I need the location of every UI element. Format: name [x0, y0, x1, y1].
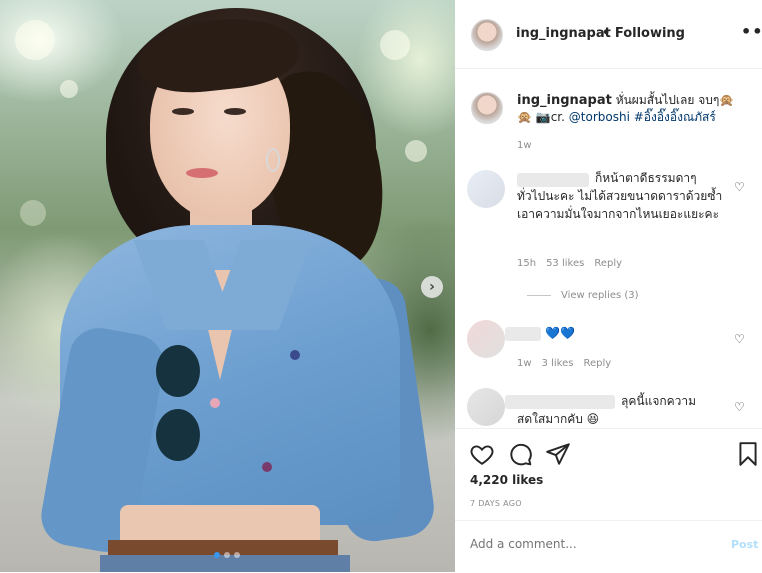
likes-count[interactable]: 4,220 likes: [470, 473, 543, 487]
share-paper-plane-icon[interactable]: [545, 441, 571, 467]
heart-outline-icon[interactable]: ♡: [734, 400, 745, 414]
bookmark-icon[interactable]: [735, 441, 761, 467]
following-button[interactable]: • Following: [602, 26, 685, 41]
heart-outline-icon[interactable]: ♡: [734, 332, 745, 346]
comment-time[interactable]: 1w: [517, 358, 532, 369]
hashtag-link[interactable]: #อิ๊งอิ๊งอิ๊งณภัสร์: [630, 110, 716, 124]
avatar[interactable]: [471, 19, 503, 51]
carousel-indicator: [214, 552, 240, 558]
add-comment-bar: Post: [455, 520, 762, 573]
caption-time[interactable]: 1w: [517, 140, 532, 151]
header-username[interactable]: ing_ingnapat: [516, 26, 611, 41]
more-options-icon[interactable]: •••: [741, 22, 762, 41]
post-date[interactable]: 7 DAYS AGO: [470, 499, 522, 508]
comment-text: 💙💙: [545, 326, 575, 340]
carousel-next-button[interactable]: ›: [421, 276, 443, 298]
post-photo[interactable]: ›: [0, 0, 455, 572]
comment-text: ก็หน้าตาดีธรรมดาๆ ทั่วไปนะคะ ไม่ได้สวยขน…: [517, 171, 723, 221]
comment-avatar[interactable]: [467, 320, 505, 358]
comment-avatar[interactable]: [467, 388, 505, 426]
post-comment-button[interactable]: Post: [731, 538, 758, 551]
comment-likes[interactable]: 3 likes: [542, 358, 574, 369]
reply-button[interactable]: Reply: [583, 358, 611, 369]
caption-text: ing_ingnapat หั่นผมสั้นไปเลย จบๆ🙊🙊 📷cr. …: [517, 92, 737, 126]
carousel-dot: [224, 552, 230, 558]
comment-avatar[interactable]: [467, 170, 505, 208]
comment-meta: 15h 53 likes Reply: [517, 258, 622, 269]
reply-button[interactable]: Reply: [594, 258, 622, 269]
add-comment-input[interactable]: [470, 537, 690, 551]
like-heart-icon[interactable]: [469, 441, 495, 467]
comment-username[interactable]: [505, 327, 541, 341]
post-sidebar: ing_ingnapat • Following ••• ing_ingnapa…: [455, 0, 762, 572]
view-replies-label: View replies (3): [561, 290, 639, 301]
post-actions: 4,220 likes 7 DAYS AGO: [455, 428, 762, 508]
post-header: ing_ingnapat • Following •••: [455, 0, 762, 69]
heart-outline-icon[interactable]: ♡: [734, 180, 745, 194]
caption-username[interactable]: ing_ingnapat: [517, 93, 612, 108]
comment-meta: 1w 3 likes Reply: [517, 358, 611, 369]
carousel-dot: [234, 552, 240, 558]
comment-text: ลุคนี้แจกความสดใสมากคับ 😆: [517, 394, 697, 426]
view-replies-button[interactable]: View replies (3): [527, 290, 639, 301]
sunglasses: [156, 345, 206, 470]
carousel-dot: [214, 552, 220, 558]
mention-link[interactable]: @torboshi: [569, 110, 630, 124]
chevron-right-icon: ›: [429, 279, 435, 295]
comment-bubble-icon[interactable]: [507, 441, 533, 467]
caption-avatar[interactable]: [471, 92, 503, 124]
comment-likes[interactable]: 53 likes: [546, 258, 584, 269]
comment-time[interactable]: 15h: [517, 258, 536, 269]
